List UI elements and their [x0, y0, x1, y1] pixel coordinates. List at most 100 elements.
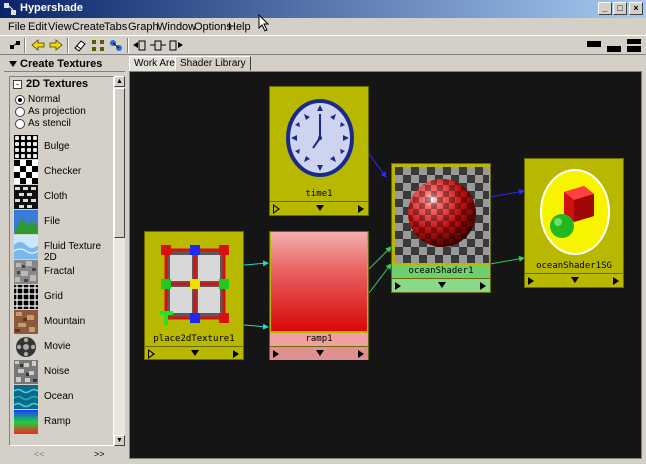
radio-selected-icon[interactable]	[15, 95, 25, 105]
radio-label: As projection	[28, 106, 86, 117]
nav-right-button[interactable]: >>	[94, 449, 105, 459]
wire-ramp-to-ocean-a[interactable]	[368, 246, 392, 270]
minimize-button[interactable]: _	[598, 2, 612, 15]
menu-view[interactable]: View	[48, 21, 72, 33]
bottom-pane-icon[interactable]	[606, 37, 622, 53]
menu-tabs[interactable]: Tabs	[104, 21, 127, 33]
texture-checker[interactable]: Checker	[14, 160, 113, 185]
menu-window[interactable]: Window	[157, 21, 196, 33]
texture-movie[interactable]: Movie	[14, 335, 113, 360]
output-port-icon[interactable]	[358, 205, 364, 213]
menu-options[interactable]: Options	[194, 21, 232, 33]
node-port-bar	[270, 346, 368, 360]
texture-label: Checker	[44, 166, 82, 177]
menu-file[interactable]: File	[8, 21, 26, 33]
menu-graph[interactable]: Graph	[128, 21, 159, 33]
expand-attributes-icon[interactable]	[438, 282, 446, 288]
texture-bulge[interactable]: Bulge	[14, 135, 113, 160]
maximize-button[interactable]: □	[613, 2, 627, 15]
texture-label: Fractal	[44, 266, 75, 277]
tab-shader-library[interactable]: Shader Library	[175, 56, 251, 71]
texture-list: - 2D Textures Normal As projection As st…	[9, 76, 114, 446]
collapse-triangle-icon[interactable]	[9, 61, 17, 67]
place2d-texture-icon	[148, 235, 242, 332]
menu-help[interactable]: Help	[228, 21, 251, 33]
texture-ramp[interactable]: Ramp	[14, 410, 113, 435]
wire-place2d-to-ramp-offset[interactable]	[243, 323, 269, 330]
create-textures-title: Create Textures	[20, 58, 103, 70]
create-textures-panel: Create Textures - 2D Textures Normal As …	[4, 57, 125, 459]
wire-ocean-to-sg-surface[interactable]	[489, 188, 525, 198]
input-port-icon[interactable]	[148, 349, 155, 359]
split-pane-icon[interactable]	[626, 37, 642, 53]
output-port-icon[interactable]	[480, 282, 486, 290]
input-port-icon[interactable]	[395, 282, 401, 290]
texture-list-scrollbar[interactable]: ▲ ▼	[114, 76, 125, 446]
texture-label: File	[44, 216, 61, 227]
texture-noise[interactable]: Noise	[14, 360, 113, 385]
texture-cloth[interactable]: Cloth	[14, 185, 113, 210]
ramp-swatch-icon	[271, 232, 367, 331]
hypershade-app-icon	[4, 3, 16, 15]
radio-as-stencil[interactable]: As stencil	[15, 118, 110, 131]
ocean-thumbnail-icon	[14, 385, 38, 409]
node-place2dtexture1[interactable]: place2dTexture1	[144, 231, 244, 360]
window-title: Hypershade	[20, 2, 83, 14]
menu-create[interactable]: Create	[72, 21, 105, 33]
input-port-icon[interactable]	[273, 204, 280, 214]
scroll-up-button[interactable]: ▲	[114, 76, 125, 87]
nav-left-button[interactable]: <<	[34, 449, 45, 459]
texture-fluid-texture-2d[interactable]: Fluid Texture 2D	[14, 235, 113, 263]
menu-edit[interactable]: Edit	[28, 21, 47, 33]
expand-attributes-icon[interactable]	[191, 350, 199, 356]
wire-place2d-to-ramp-uv[interactable]	[243, 260, 269, 267]
create-textures-header[interactable]: Create Textures	[4, 57, 125, 72]
radio-unselected-icon[interactable]	[15, 119, 25, 129]
texture-ocean[interactable]: Ocean	[14, 385, 113, 410]
single-pane-icon[interactable]	[586, 37, 602, 53]
output-port-icon[interactable]	[233, 350, 239, 358]
eraser-icon[interactable]	[71, 37, 89, 54]
work-area[interactable]: time1 place2dTexture1 ramp1 oceanShader1…	[129, 71, 642, 459]
section-2d-textures[interactable]: - 2D Textures	[12, 78, 112, 92]
node-oceanshader1sg[interactable]: oceanShader1SG	[524, 158, 624, 288]
input-port-icon[interactable]	[528, 277, 534, 285]
expand-attributes-icon[interactable]	[571, 277, 579, 283]
output-connections-icon[interactable]	[167, 37, 185, 54]
output-port-icon[interactable]	[613, 277, 619, 285]
radio-label: As stencil	[28, 118, 71, 129]
node-ramp1[interactable]: ramp1	[269, 231, 369, 360]
node-label: ramp1	[270, 333, 368, 346]
ramp-thumbnail-icon	[14, 410, 38, 434]
select-icon[interactable]	[6, 37, 24, 54]
input-output-icon[interactable]	[149, 37, 167, 54]
node-time1[interactable]: time1	[269, 86, 369, 216]
radio-label: Normal	[28, 94, 61, 105]
arrow-left-icon[interactable]	[29, 37, 47, 54]
input-connections-icon[interactable]	[131, 37, 149, 54]
texture-file[interactable]: File	[14, 210, 113, 235]
texture-mountain[interactable]: Mountain	[14, 310, 113, 335]
input-port-icon[interactable]	[273, 350, 279, 358]
radio-unselected-icon[interactable]	[15, 107, 25, 117]
texture-label: Cloth	[44, 191, 68, 202]
output-port-icon[interactable]	[358, 350, 364, 358]
title-bar: Hypershade _ □ ×	[0, 0, 646, 18]
texture-fractal[interactable]: Fractal	[14, 260, 113, 285]
arrow-right-icon[interactable]	[47, 37, 65, 54]
wire-ramp-to-ocean-b[interactable]	[368, 263, 392, 294]
graph-connect-icon[interactable]	[107, 37, 125, 54]
scroll-thumb[interactable]	[114, 88, 125, 238]
grid-icon[interactable]	[89, 37, 107, 54]
close-button[interactable]: ×	[629, 2, 643, 15]
collapse-minus-icon[interactable]: -	[13, 80, 22, 89]
node-port-bar	[392, 278, 490, 292]
expand-attributes-icon[interactable]	[316, 205, 324, 211]
expand-attributes-icon[interactable]	[316, 350, 324, 356]
wire-time-to-ocean[interactable]	[368, 153, 387, 178]
node-label: place2dTexture1	[153, 334, 235, 344]
node-oceanshader1[interactable]: oceanShader1	[391, 163, 491, 293]
texture-grid[interactable]: Grid	[14, 285, 113, 310]
scroll-down-button[interactable]: ▼	[114, 435, 125, 446]
wire-ocean-to-sg-displacement[interactable]	[489, 255, 525, 265]
